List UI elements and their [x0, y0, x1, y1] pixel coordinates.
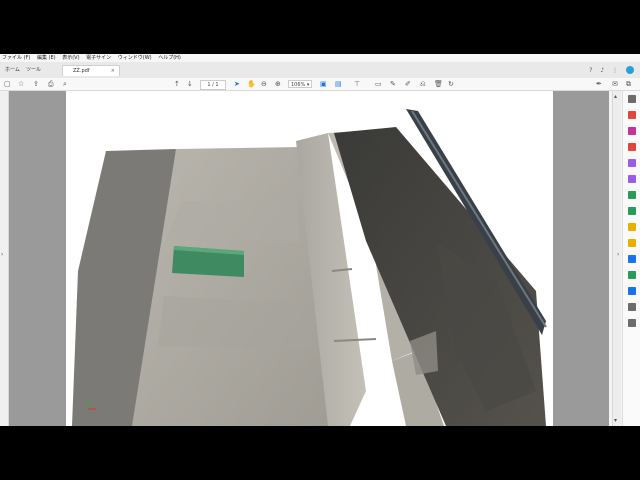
main-toolbar: ▢ ☆ ⇪ ⎙ ⌕ ↑ ↓ 1 / 1 ➤ ✋ ⊖ ⊕ 106% ▾ ▣ ▤ ⊤…	[0, 78, 640, 91]
protect-icon[interactable]	[628, 255, 636, 263]
print-icon[interactable]: ⎙	[48, 78, 54, 90]
upload-icon[interactable]: ⇪	[33, 78, 39, 90]
menu-edit[interactable]: 編集 (E)	[37, 55, 56, 61]
tools-right-panel: ›	[617, 91, 640, 426]
comment-icon[interactable]: ▭	[375, 78, 382, 90]
zoom-in-icon[interactable]: ⊕	[275, 78, 281, 90]
rotate-icon[interactable]: ↻	[448, 78, 454, 90]
apps-icon[interactable]: ⋮	[612, 67, 618, 74]
sign-icon[interactable]: ✒	[596, 78, 602, 90]
menu-file[interactable]: ファイル (F)	[2, 55, 30, 61]
fullscreen-icon[interactable]: ⧉	[626, 78, 631, 90]
share-icon[interactable]: ✉	[612, 78, 618, 90]
tab-document[interactable]: ZZ.pdf ×	[62, 65, 120, 76]
document-tab-label: ZZ.pdf	[73, 68, 90, 74]
bookmark-star-icon[interactable]: ☆	[18, 78, 24, 90]
menu-window[interactable]: ウィンドウ(W)	[118, 55, 152, 61]
page-display-icon[interactable]: ▤	[335, 78, 342, 90]
zoom-out-icon[interactable]: ⊖	[261, 78, 267, 90]
edit-pdf-icon[interactable]	[628, 127, 636, 135]
top-right-icons: ? ♪ ⋮	[583, 66, 634, 74]
export-pdf-icon[interactable]	[628, 111, 636, 119]
scroll-up-icon[interactable]: ▴	[614, 93, 617, 100]
left-panel-collapsed[interactable]: ›	[0, 91, 9, 426]
combine-icon[interactable]	[628, 191, 636, 199]
avatar[interactable]	[626, 66, 634, 74]
collapse-right-panel-icon[interactable]: ›	[617, 251, 619, 258]
point-cloud-render-image	[72, 109, 547, 426]
more-tools-icon[interactable]	[628, 271, 636, 279]
page-number-field[interactable]: 1 / 1	[200, 80, 226, 90]
menu-esign[interactable]: 電子サイン	[86, 55, 111, 61]
tab-home[interactable]: ホーム	[5, 65, 20, 76]
page-current: 1	[207, 82, 211, 88]
scan-icon[interactable]	[628, 207, 636, 215]
prev-page-icon[interactable]: ↑	[174, 78, 180, 90]
tab-tools[interactable]: ツール	[26, 65, 41, 76]
page-total: / 1	[212, 82, 219, 88]
comment-icon[interactable]	[628, 159, 636, 167]
scroll-down-icon[interactable]: ▾	[614, 417, 617, 424]
highlight-icon[interactable]: ✐	[405, 78, 411, 90]
select-tool-icon[interactable]: ➤	[234, 78, 240, 90]
help-icon[interactable]: ?	[589, 67, 592, 74]
expand-left-panel-icon[interactable]: ›	[1, 251, 3, 258]
stamp-icon[interactable]: ⎌	[420, 78, 426, 90]
fit-page-icon[interactable]: ▣	[320, 78, 327, 90]
fill-sign-icon[interactable]	[628, 223, 636, 231]
menu-bar: ファイル (F) 編集 (E) 表示(V) 電子サイン ウィンドウ(W) ヘルプ…	[0, 54, 640, 62]
notification-icon[interactable]: ♪	[600, 67, 604, 74]
pdf-page	[66, 91, 553, 426]
settings-icon[interactable]	[628, 319, 636, 327]
zoom-level-field[interactable]: 106% ▾	[288, 80, 312, 88]
new-file-icon[interactable]: ▢	[4, 78, 11, 90]
next-page-icon[interactable]: ↓	[187, 78, 193, 90]
search-icon[interactable]	[628, 95, 636, 103]
request-signature-icon[interactable]	[628, 239, 636, 247]
acrobat-window: ファイル (F) 編集 (E) 表示(V) 電子サイン ウィンドウ(W) ヘルプ…	[0, 54, 640, 426]
create-pdf-icon[interactable]	[628, 143, 636, 151]
organize-pages-icon[interactable]	[628, 175, 636, 183]
zoom-value: 106%	[291, 82, 306, 88]
print-production-icon[interactable]	[628, 287, 636, 295]
tab-bar: ホーム ツール ZZ.pdf × ? ♪ ⋮	[0, 62, 640, 79]
search-icon[interactable]: ⌕	[63, 78, 67, 90]
annotate-icon[interactable]: ⊤	[354, 78, 360, 90]
hand-tool-icon[interactable]: ✋	[247, 78, 256, 90]
redact-icon[interactable]	[628, 303, 636, 311]
close-tab-icon[interactable]: ×	[111, 66, 115, 77]
pen-icon[interactable]: ✎	[390, 78, 396, 90]
vertical-scrollbar[interactable]: ▴ ▾	[612, 91, 621, 426]
delete-icon[interactable]: 🗑	[434, 78, 443, 90]
menu-view[interactable]: 表示(V)	[62, 55, 79, 61]
menu-help[interactable]: ヘルプ(H)	[158, 55, 181, 61]
